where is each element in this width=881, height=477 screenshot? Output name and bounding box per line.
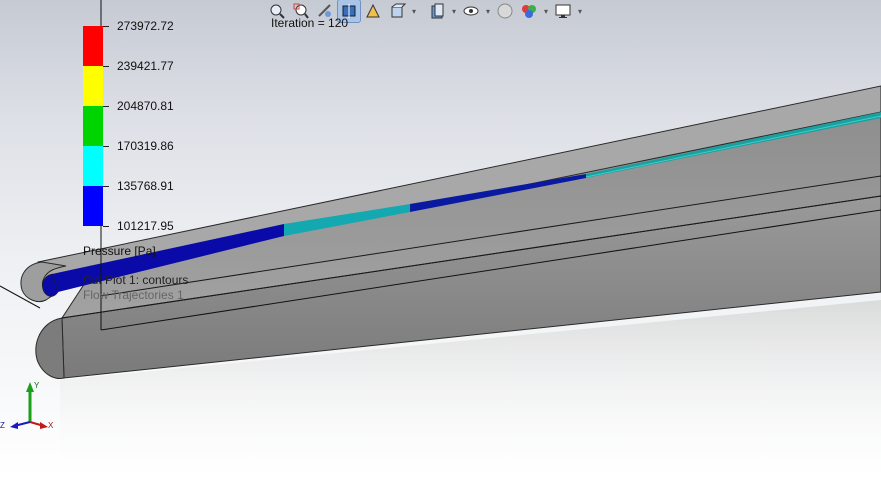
legend-value-min: 101217.95 [117, 219, 174, 233]
legend-tick [103, 66, 109, 67]
view-settings-icon[interactable] [552, 0, 574, 22]
legend-tick [103, 186, 109, 187]
flow-trajectories-label[interactable]: Flow Trajectories 1 [83, 288, 184, 302]
legend-title: Pressure [Pa] [83, 244, 156, 258]
triad-z-label: Z [0, 421, 5, 430]
triad-y-label: Y [34, 381, 40, 390]
graphics-viewport[interactable]: ▾ ▾ ▾ ▾ ▾ Iteration = 120 273972.72 2394… [0, 0, 881, 477]
legend-band-green [83, 106, 103, 146]
pipe-end-cap [35, 317, 65, 379]
legend-value: 204870.81 [117, 99, 174, 113]
dynamic-annotation-icon[interactable] [362, 0, 384, 22]
apply-scene-icon[interactable] [518, 0, 540, 22]
chevron-down-icon[interactable]: ▾ [542, 0, 550, 22]
legend-band-yellow [83, 66, 103, 106]
iteration-label: Iteration = 120 [271, 16, 349, 30]
legend-value: 239421.77 [117, 59, 174, 73]
legend-tick [103, 106, 109, 107]
chevron-down-icon[interactable]: ▾ [576, 0, 584, 22]
cut-plot-label[interactable]: Cut Plot 1: contours [83, 273, 188, 287]
triad-x-label: X [48, 421, 54, 430]
coordinate-triad: Y X Z [0, 381, 54, 430]
chevron-down-icon[interactable]: ▾ [484, 0, 492, 22]
legend-value: 135768.91 [117, 179, 174, 193]
view-orientation-icon[interactable] [386, 0, 408, 22]
legend-band-blue [83, 186, 103, 226]
legend-band-red [83, 26, 103, 66]
legend-tick [103, 146, 109, 147]
edit-appearance-icon[interactable] [494, 0, 516, 22]
legend-band-cyan [83, 146, 103, 186]
legend-tick [103, 226, 109, 227]
chevron-down-icon[interactable]: ▾ [410, 0, 418, 22]
legend-value: 170319.86 [117, 139, 174, 153]
chevron-down-icon[interactable]: ▾ [450, 0, 458, 22]
legend-value-max: 273972.72 [117, 19, 174, 33]
legend-tick [103, 26, 109, 27]
display-style-icon[interactable] [426, 0, 448, 22]
hide-show-items-icon[interactable] [460, 0, 482, 22]
